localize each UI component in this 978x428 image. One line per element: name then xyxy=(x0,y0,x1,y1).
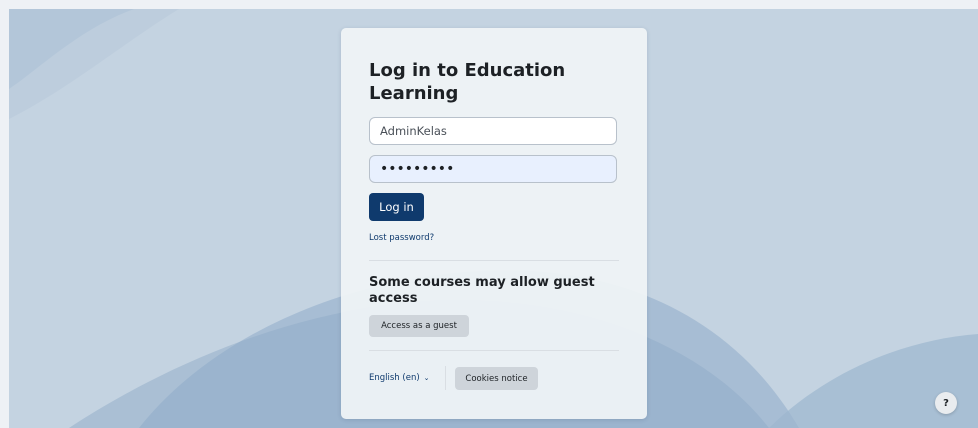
username-input[interactable] xyxy=(369,117,617,145)
footer-separator xyxy=(445,366,446,390)
lost-password-link[interactable]: Lost password? xyxy=(369,233,434,243)
question-icon: ? xyxy=(943,397,949,409)
login-card: Log in to Education Learning Log in Lost… xyxy=(341,28,647,419)
cookies-notice-button[interactable]: Cookies notice xyxy=(455,367,538,390)
login-button[interactable]: Log in xyxy=(369,193,424,221)
login-title: Log in to Education Learning xyxy=(369,60,566,104)
help-button[interactable]: ? xyxy=(935,392,957,414)
divider xyxy=(369,350,619,351)
password-input[interactable] xyxy=(369,155,617,183)
language-selector[interactable]: English (en) ⌄ xyxy=(369,373,430,383)
guest-access-heading: Some courses may allow guest access xyxy=(369,275,595,306)
guest-access-button[interactable]: Access as a guest xyxy=(369,315,469,337)
divider xyxy=(369,260,619,261)
language-label: English (en) xyxy=(369,373,420,383)
chevron-down-icon: ⌄ xyxy=(423,374,430,382)
page-background: Log in to Education Learning Log in Lost… xyxy=(9,9,978,428)
